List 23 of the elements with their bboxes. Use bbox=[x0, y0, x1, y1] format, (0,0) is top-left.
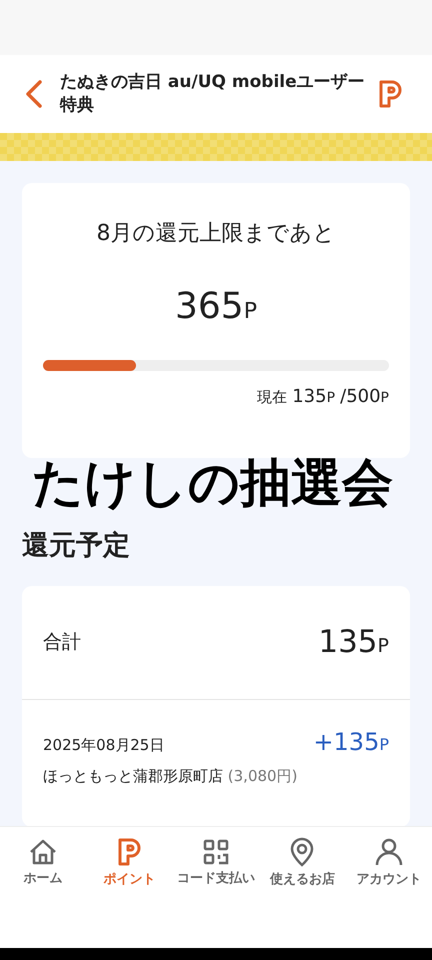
nav-tab[interactable]: 使えるお店 bbox=[259, 837, 346, 890]
person-icon bbox=[374, 837, 404, 868]
nav-tab[interactable]: ポイント bbox=[86, 837, 173, 890]
entry-date: 2025年08月25日 bbox=[43, 735, 166, 756]
page-title: たぬきの吉日 au/UQ mobileユーザー特典 bbox=[60, 71, 366, 117]
remaining-points: 365 P bbox=[175, 285, 257, 329]
nav-tab[interactable]: ホーム bbox=[0, 838, 86, 889]
section-title: 還元予定 bbox=[22, 529, 131, 563]
overlay-caption: たけしの抽選会 bbox=[32, 453, 393, 515]
points-icon[interactable] bbox=[378, 79, 404, 109]
current-points: 現在 135 P /500P bbox=[257, 385, 389, 409]
limit-heading: 8月の還元上限まであと bbox=[96, 220, 336, 248]
entry-points: +135 P bbox=[313, 727, 389, 758]
total-points: 135 P bbox=[318, 623, 389, 662]
entry-store: ほっともっと蒲郡形原町店 (3,080円) bbox=[43, 766, 298, 786]
nav-tab[interactable]: コード支払い bbox=[172, 838, 260, 889]
back-icon[interactable] bbox=[24, 79, 44, 109]
letter-p-icon bbox=[116, 837, 143, 868]
nav-tab[interactable]: アカウント bbox=[346, 837, 432, 890]
qr-code-icon bbox=[202, 838, 230, 866]
map-pin-icon bbox=[289, 837, 316, 868]
home-icon bbox=[28, 838, 58, 866]
total-label: 合計 bbox=[43, 630, 81, 656]
